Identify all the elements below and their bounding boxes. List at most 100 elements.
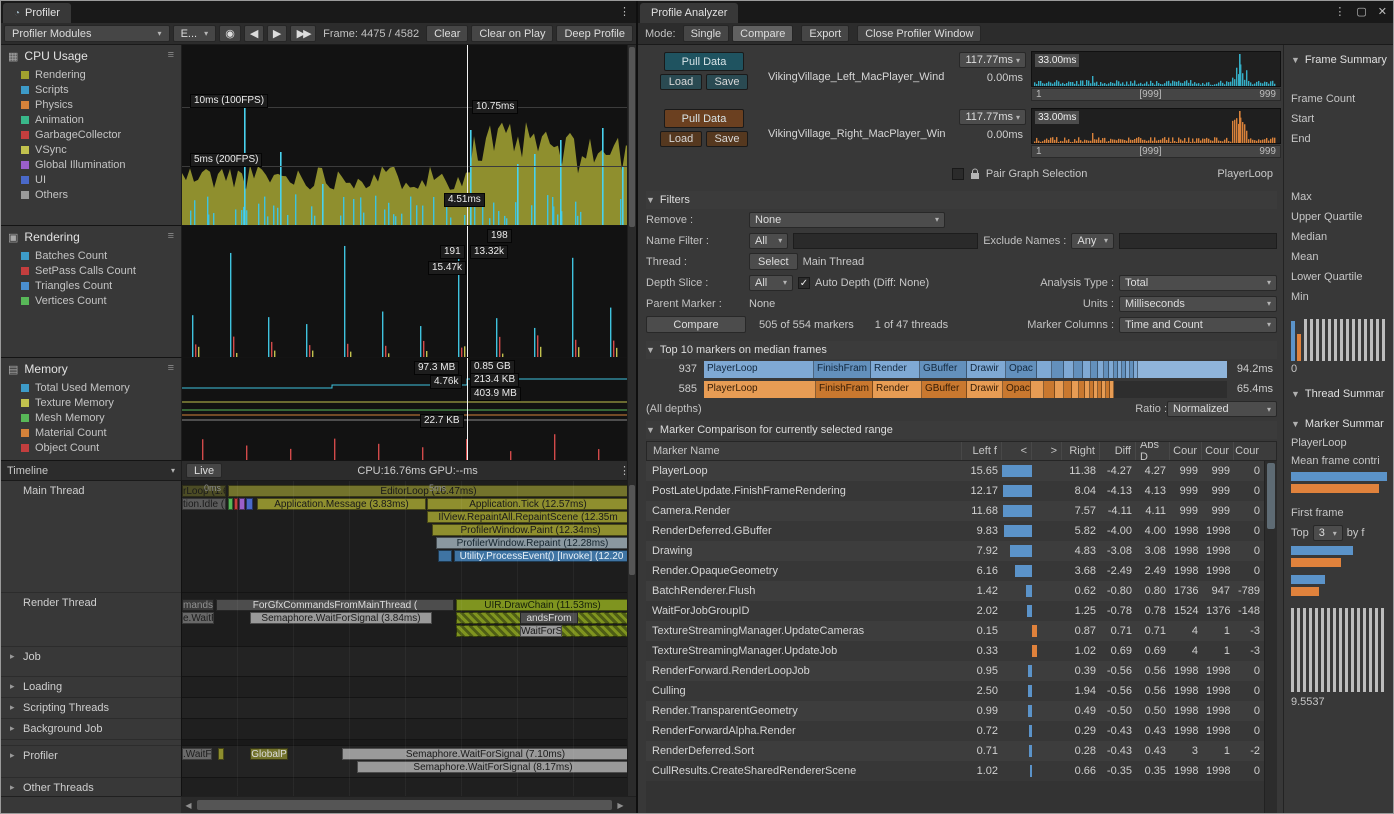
analysis-type-dropdown[interactable]: Total▾ — [1119, 275, 1277, 291]
thread-group-row[interactable]: ▸ Job — [1, 647, 181, 677]
col-count-right[interactable]: Cour — [1201, 442, 1233, 460]
frame-time-graph[interactable]: 33.00ms — [1031, 108, 1281, 144]
top10-marker-segment[interactable] — [1031, 381, 1044, 398]
timeline-span[interactable]: GlobalP — [250, 748, 288, 760]
timeline-span[interactable] — [228, 498, 233, 510]
cpu-module-item[interactable]: VSync — [8, 142, 181, 157]
marker-row[interactable]: CullResults.CreateSharedRendererScene 1.… — [646, 761, 1264, 781]
memory-module-item[interactable]: Material Count — [8, 425, 181, 440]
prev-frame-button[interactable]: ◀ — [244, 25, 264, 42]
compare-button[interactable]: Compare — [646, 316, 746, 333]
exclude-names-input[interactable] — [1119, 233, 1277, 249]
timeline-span[interactable]: Application.Tick (12.57ms) — [427, 498, 629, 510]
cpu-module-item[interactable]: Scripts — [8, 82, 181, 97]
top10-marker-segment[interactable] — [1072, 381, 1079, 398]
top10-marker-segment[interactable]: GBuffer — [922, 381, 967, 398]
cpu-module-item[interactable]: Physics — [8, 97, 181, 112]
export-button[interactable]: Export — [801, 25, 849, 42]
frame-playhead[interactable] — [467, 358, 468, 460]
rendering-module-item[interactable]: SetPass Calls Count — [8, 263, 181, 278]
rendering-chart[interactable]: 198 191 13.32k 15.47k — [182, 226, 636, 357]
timeline-span[interactable]: mandsFromM — [182, 599, 214, 611]
top10-marker-segment[interactable] — [1091, 361, 1098, 378]
timeline-view-dropdown[interactable]: Timeline ▾ — [1, 461, 182, 480]
top10-marker-segment[interactable]: PlayerLoop — [704, 361, 814, 378]
table-scroll-thumb[interactable] — [1267, 463, 1275, 529]
rendering-module-item[interactable]: Triangles Count — [8, 278, 181, 293]
timeline-lanes[interactable]: rLoop (1.6 EditorLoop (16.47ms) tion.Idl… — [182, 481, 636, 796]
rendering-module-item[interactable]: Batches Count — [8, 248, 181, 263]
timeline-span[interactable]: e.WaitForSigna — [182, 612, 214, 624]
col-count-left[interactable]: Cour — [1169, 442, 1201, 460]
save-button[interactable]: Save — [706, 131, 748, 147]
marker-row[interactable]: RenderDeferred.GBuffer 9.83 5.82 -4.00 4… — [646, 521, 1264, 541]
vscroll-thumb[interactable] — [629, 47, 635, 227]
maximize-icon[interactable]: ▢ — [1356, 5, 1366, 18]
frame-range-scrollbar[interactable]: 1 [999] 999 — [1031, 88, 1281, 101]
remove-dropdown[interactable]: None▾ — [749, 212, 945, 228]
top10-header[interactable]: ▼ Top 10 markers on median frames — [646, 341, 1277, 359]
timeline-span[interactable]: ProfilerWindow.Paint (12.34ms) — [432, 524, 629, 536]
cpu-chart[interactable]: 10ms (100FPS) 5ms (200FPS) 10.75ms 4.51m… — [182, 45, 636, 225]
timeline-span[interactable]: andsFrom — [520, 612, 578, 624]
save-button[interactable]: Save — [706, 74, 748, 90]
top10-marker-segment[interactable]: Drawir — [967, 381, 1003, 398]
timeline-span[interactable]: UIR.DrawChain (11.53ms) — [456, 599, 629, 611]
load-button[interactable]: Load — [660, 131, 702, 147]
last-frame-button[interactable]: ▶▶ — [290, 25, 316, 42]
top10-marker-segment[interactable]: Opac — [1006, 361, 1037, 378]
marker-row[interactable]: PostLateUpdate.FinishFrameRendering 12.1… — [646, 481, 1264, 501]
hscroll-track[interactable]: ◀ ▶ — [182, 797, 636, 813]
live-button[interactable]: Live — [186, 463, 222, 478]
timeline-span[interactable] — [246, 498, 253, 510]
timeline-span[interactable]: tion.Idle (1 — [182, 498, 226, 510]
marker-row[interactable]: Render.OpaqueGeometry 6.16 3.68 -2.49 2.… — [646, 561, 1264, 581]
timeline-span[interactable]: Utility.ProcessEvent() [Invoke] (12.20 — [454, 550, 629, 562]
cpu-module-item[interactable]: Others — [8, 187, 181, 202]
marker-row[interactable]: RenderForward.RenderLoopJob 0.95 0.39 -0… — [646, 661, 1264, 681]
timeline-span[interactable] — [239, 498, 245, 510]
frame-playhead[interactable] — [467, 226, 468, 357]
thread-group-row[interactable]: Main Thread — [1, 481, 181, 593]
timeline-span[interactable] — [234, 498, 238, 510]
marker-row[interactable]: Drawing 7.92 4.83 -3.08 3.08 1998 1998 0 — [646, 541, 1264, 561]
cpu-module-item[interactable]: Rendering — [8, 67, 181, 82]
analyzer-kebab-menu-icon[interactable]: ⋮ — [1334, 5, 1345, 18]
hscroll-thumb[interactable] — [197, 800, 612, 810]
timeline-span[interactable] — [218, 748, 224, 760]
top10-marker-segment[interactable] — [1083, 361, 1091, 378]
rendering-header[interactable]: ▣ Rendering — [8, 230, 181, 244]
profiler-vscrollbar[interactable] — [627, 45, 636, 796]
thread-group-row[interactable]: ▸ Other Threads — [1, 778, 181, 796]
col-right-bar[interactable]: > — [1031, 442, 1061, 460]
load-button[interactable]: Load — [660, 74, 702, 90]
thread-group-row[interactable]: Render Thread — [1, 593, 181, 647]
timeline-span[interactable]: Semaphore.WaitForSignal (3.84ms) — [250, 612, 432, 624]
scroll-right-arrow-icon[interactable]: ▶ — [614, 801, 627, 810]
top10-marker-segment[interactable] — [1044, 381, 1055, 398]
mode-single-button[interactable]: Single — [683, 25, 730, 42]
rendering-module-item[interactable]: Vertices Count — [8, 293, 181, 308]
filters-header[interactable]: ▼ Filters — [646, 191, 1277, 209]
marker-row[interactable]: TextureStreamingManager.UpdateJob 0.33 1… — [646, 641, 1264, 661]
drag-handle-icon[interactable]: ≡ — [168, 230, 173, 242]
units-dropdown[interactable]: Milliseconds▾ — [1119, 296, 1277, 312]
top10-marker-segment[interactable]: Drawir — [967, 361, 1006, 378]
top10-marker-segment[interactable]: Opac — [1003, 381, 1031, 398]
editor-target-dropdown[interactable]: E... ▾ — [173, 25, 217, 42]
memory-module-item[interactable]: Object Count — [8, 440, 181, 455]
col-count-diff[interactable]: Cour — [1233, 442, 1263, 460]
timeline-span[interactable]: ProfilerWindow.Repaint (12.28ms) — [436, 537, 629, 549]
drag-handle-icon[interactable]: ≡ — [168, 362, 173, 374]
record-button[interactable]: ◉ — [219, 25, 241, 42]
thread-group-row[interactable]: ▸ Scripting Threads — [1, 698, 181, 719]
cpu-module-item[interactable]: Global Illumination — [8, 157, 181, 172]
marker-row[interactable]: RenderForwardAlpha.Render 0.72 0.29 -0.4… — [646, 721, 1264, 741]
profiler-kebab-menu-icon[interactable]: ⋮ — [619, 5, 630, 18]
top10-marker-segment[interactable] — [1110, 381, 1114, 398]
name-filter-scope-dropdown[interactable]: All▾ — [749, 233, 788, 249]
top10-marker-segment[interactable] — [1138, 361, 1227, 378]
timeline-span[interactable]: ForGfxCommandsFromMainThread ( — [216, 599, 454, 611]
memory-module-item[interactable]: Total Used Memory — [8, 380, 181, 395]
thread-select-button[interactable]: Select — [749, 253, 798, 270]
